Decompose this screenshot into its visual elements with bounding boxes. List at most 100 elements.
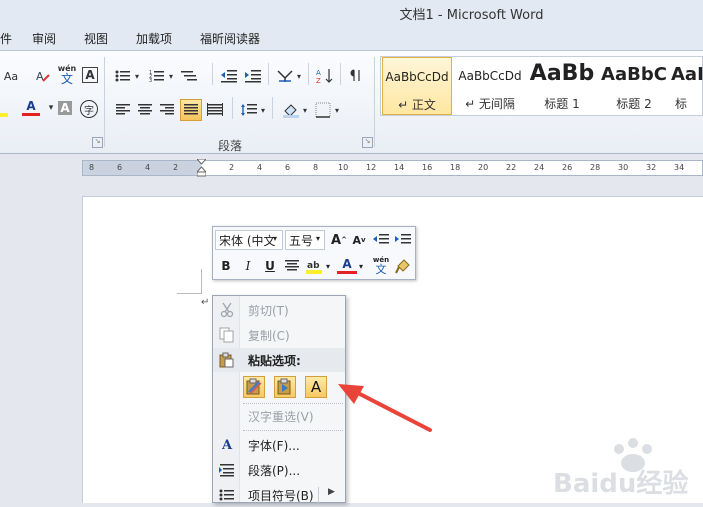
shrink-font-button[interactable]: Av [349, 230, 369, 250]
horizontal-ruler[interactable]: 8 6 4 2 2 4 6 8 10 12 14 16 18 20 22 24 … [82, 158, 703, 177]
ribbon-tabs: 件 审阅 视图 加载项 福昕阅读器 [0, 24, 703, 50]
align-left-icon[interactable] [114, 101, 132, 119]
ruler-margin [83, 161, 201, 175]
font-color-dropdown-icon[interactable]: ▾ [359, 262, 363, 271]
svg-text:A: A [316, 69, 321, 77]
ruler-tick: 28 [590, 163, 601, 172]
align-center-icon[interactable] [136, 101, 154, 119]
paragraph-dialog-launcher[interactable]: ↘ [362, 137, 373, 148]
font-size-dropdown-icon[interactable]: ▾ [316, 234, 320, 243]
style-no-spacing[interactable]: AaBbCcDd ↵ 无间隔 [455, 57, 525, 115]
shrink-font-label: A [352, 233, 361, 247]
ruler-tick: 30 [618, 163, 629, 172]
underline-button[interactable]: U [260, 256, 280, 276]
style-preview: AaBbC [601, 64, 667, 85]
submenu-divider [318, 487, 319, 503]
highlight-dropdown-icon[interactable]: ▾ [326, 262, 330, 271]
style-preview: AaBb [529, 61, 595, 86]
indent-marker-icon[interactable] [195, 158, 208, 177]
style-normal[interactable]: AaBbCcDd ↵ 正文 [382, 57, 452, 115]
paste-merge-formatting-button[interactable] [274, 376, 296, 398]
font-dialog-launcher[interactable]: ↘ [92, 137, 103, 148]
phonetic-char: 文 [375, 263, 387, 276]
center-align-icon[interactable] [282, 256, 302, 276]
margin-corner-mark [177, 269, 202, 294]
highlight-icon[interactable]: ab [304, 256, 324, 276]
style-preview: AaBbCcDd [385, 70, 449, 84]
phonetic-guide-button[interactable]: wén 文 [371, 254, 391, 276]
tab-file[interactable]: 件 [0, 30, 12, 47]
highlight-color-bar[interactable] [0, 113, 8, 117]
group-separator [104, 57, 105, 147]
decrease-indent-icon[interactable] [220, 67, 238, 85]
line-spacing-icon[interactable] [240, 101, 258, 119]
sort-icon[interactable]: AZ [316, 67, 334, 85]
font-name-dropdown-icon[interactable]: ▾ [273, 234, 277, 243]
format-painter-icon[interactable] [393, 256, 413, 276]
tab-review[interactable]: 审阅 [32, 30, 56, 47]
style-name: ↵ 无间隔 [465, 97, 515, 111]
bullets-dropdown-icon[interactable]: ▾ [132, 67, 142, 85]
borders-dropdown-icon[interactable]: ▾ [332, 101, 342, 119]
italic-button[interactable]: I [238, 256, 258, 276]
menu-item-reconvert[interactable]: 汉字重选(V) [213, 404, 345, 428]
tab-view[interactable]: 视图 [84, 30, 108, 47]
change-case-button[interactable]: Aa [0, 67, 22, 85]
paste-keep-source-formatting-button[interactable] [243, 376, 265, 398]
distributed-icon[interactable] [206, 101, 224, 119]
line-spacing-dropdown-icon[interactable]: ▾ [258, 101, 268, 119]
chinese-layout-icon[interactable] [276, 67, 294, 85]
multilevel-list-icon[interactable] [180, 67, 198, 85]
separator [212, 63, 213, 85]
borders-icon[interactable] [314, 101, 332, 119]
ruler-tick: 34 [674, 163, 685, 172]
chinese-layout-dropdown-icon[interactable]: ▾ [294, 67, 304, 85]
tab-addins[interactable]: 加载项 [136, 30, 172, 47]
ruler-tick: 16 [422, 163, 433, 172]
phonetic-guide-button[interactable]: wén 文 [56, 63, 78, 85]
menu-item-font[interactable]: A 字体(F)... [213, 433, 345, 457]
decrease-indent-icon[interactable] [371, 230, 391, 250]
clear-formatting-icon[interactable]: A [34, 67, 52, 85]
separator [232, 97, 233, 119]
numbering-dropdown-icon[interactable]: ▾ [166, 67, 176, 85]
increase-indent-icon[interactable] [244, 67, 262, 85]
paragraph-icon [218, 461, 236, 479]
numbering-icon[interactable]: 123 [148, 67, 166, 85]
ruler-tick: 14 [394, 163, 405, 172]
copy-icon [218, 326, 236, 344]
ruler-tick: 6 [117, 163, 123, 172]
menu-item-bullets[interactable]: 项目符号(B) ▶ [213, 483, 345, 507]
ruler-tick: 22 [506, 163, 517, 172]
style-heading-2[interactable]: AaBbC 标题 2 [599, 57, 669, 115]
bold-button[interactable]: B [216, 256, 236, 276]
shading-dropdown-icon[interactable]: ▾ [300, 101, 310, 119]
character-shading-button[interactable]: A [58, 101, 72, 115]
scissors-icon [218, 301, 236, 319]
menu-item-cut[interactable]: 剪切(T) [213, 298, 345, 322]
paste-keep-text-only-button[interactable]: A [305, 376, 327, 398]
style-title[interactable]: AaI 标 [671, 57, 703, 115]
font-color-button[interactable]: A [22, 99, 40, 116]
grow-font-button[interactable]: A ^ [329, 230, 349, 250]
separator [340, 63, 341, 85]
character-border-button[interactable]: A [82, 67, 98, 83]
show-hide-marks-icon[interactable] [348, 67, 366, 85]
menu-item-copy[interactable]: 复制(C) [213, 323, 345, 347]
ruler-tick: 20 [478, 163, 489, 172]
annotation-arrow-icon [338, 384, 432, 432]
increase-indent-icon[interactable] [393, 230, 413, 250]
menu-item-paragraph[interactable]: 段落(P)... [213, 458, 345, 482]
enclose-characters-button[interactable]: 字 [80, 100, 98, 118]
font-color-button[interactable]: A [337, 256, 357, 274]
menu-item-paste-options: 粘贴选项: [213, 348, 345, 372]
svg-text:A: A [36, 70, 44, 83]
style-heading-1[interactable]: AaBb 标题 1 [527, 57, 597, 115]
ruler-tick: 32 [646, 163, 657, 172]
tab-foxit-reader[interactable]: 福昕阅读器 [200, 30, 260, 47]
shading-icon[interactable] [282, 101, 300, 119]
justify-button-active[interactable] [180, 99, 202, 121]
bullets-icon[interactable] [114, 67, 132, 85]
align-right-icon[interactable] [158, 101, 176, 119]
paragraph-group-label: 段落 [218, 139, 243, 153]
